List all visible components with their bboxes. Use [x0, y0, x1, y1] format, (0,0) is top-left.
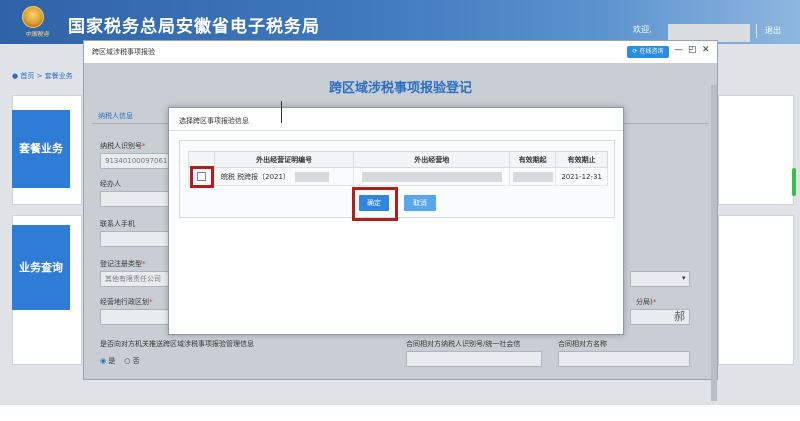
breadcrumb-current[interactable]: 套餐业务 [45, 72, 73, 80]
radio-yes-icon[interactable]: ◉ [100, 357, 106, 365]
ok-button[interactable]: 确定 [359, 195, 389, 211]
radio-no-label[interactable]: 否 [133, 357, 140, 365]
right-card-bottom [718, 215, 794, 365]
report-table: 外出经营证明编号 外出经营地 有效期起 有效期止 皖税 税跨报〔2021〕 20… [188, 151, 608, 186]
top-banner: 中国税务 国家税务总局安徽省电子税务局 欢迎, 退出 [0, 0, 800, 44]
text-cursor [281, 101, 282, 123]
row-cert-no-text: 皖税 税跨报〔2021〕 [220, 172, 290, 181]
table-header-row: 外出经营证明编号 外出经营地 有效期起 有效期止 [188, 151, 608, 168]
tax-bureau-suffix: 分局)* [636, 298, 657, 306]
business-query-button[interactable]: 业务查询 [12, 225, 70, 310]
taxpayer-id-label: 纳税人识别号* [100, 142, 146, 150]
table-header-location: 外出经营地 [353, 151, 511, 168]
breadcrumb-home[interactable]: 首页 [20, 72, 34, 80]
radio-yes-label[interactable]: 是 [108, 357, 115, 365]
online-consult-button[interactable]: ⟳ 在线咨询 [627, 46, 669, 58]
push-radio-group: ◉ 是 ○ 否 [100, 356, 140, 366]
tab-taxpayer-info[interactable]: 纳税人信息 [98, 111, 133, 121]
handler-label: 经办人 [100, 180, 121, 188]
contact-phone-field[interactable] [100, 231, 170, 247]
emblem-text: 中国税务 [24, 31, 49, 38]
maximize-icon[interactable]: ◰ [688, 45, 697, 55]
minimize-icon[interactable]: — [674, 45, 683, 55]
table-header-start: 有效期起 [509, 151, 557, 168]
breadcrumb-separator: > [36, 72, 43, 80]
logout-link[interactable]: 退出 [765, 25, 781, 36]
table-header-cert-no: 外出经营证明编号 [213, 151, 355, 168]
handler-field[interactable] [100, 191, 170, 207]
cancel-button[interactable]: 取消 [404, 195, 436, 211]
refresh-icon: ⟳ [632, 48, 638, 55]
table-row[interactable]: 皖税 税跨报〔2021〕 2021-12-31 [188, 167, 608, 186]
push-question-label: 是否向对方机关推送跨区域涉税事项报验管理信息 [100, 340, 254, 348]
contact-phone-label: 联系人手机 [100, 220, 135, 228]
counterparty-id-field[interactable] [406, 351, 542, 367]
form-title: 跨区域涉税事项报验登记 [328, 81, 472, 96]
reg-type-label: 登记注册类型* [100, 260, 146, 268]
package-business-button[interactable]: 套餐业务 [12, 110, 70, 188]
taxpayer-id-field: 91340100097061 [100, 153, 170, 169]
location-mask [361, 171, 502, 182]
header-separator [756, 24, 757, 38]
location-pin-icon: ● [12, 72, 19, 80]
row-cert-no: 皖税 税跨报〔2021〕 [213, 167, 355, 186]
table-header-end: 有效期止 [555, 151, 608, 168]
admin-area-field[interactable] [100, 309, 170, 325]
page-bottom [0, 405, 800, 421]
counterparty-name-field[interactable] [558, 351, 690, 367]
online-consult-label: 在线咨询 [639, 48, 664, 55]
reg-type-field[interactable]: 其他有限责任公司 [100, 271, 170, 287]
counterparty-name-label: 合同相对方名称 [558, 340, 607, 348]
close-icon[interactable]: ✕ [702, 45, 710, 55]
select-dialog: 选择跨区事项报验信息 外出经营证明编号 外出经营地 有效期起 有效期止 皖税 税… [168, 107, 624, 335]
admin-area-label: 经营地行政区划* [100, 298, 153, 306]
page-scroll-thumb[interactable] [792, 168, 796, 196]
dialog-title: 选择跨区事项报验信息 [179, 117, 249, 125]
radio-no-icon[interactable]: ○ [124, 357, 130, 365]
dialog-title-divider [169, 130, 623, 131]
outer-modal-title: 跨区域涉税事项报验 [92, 48, 155, 56]
modal-scrollbar[interactable] [711, 85, 717, 401]
counterparty-id-label: 合同相对方纳税人识别号/统一社会信 [406, 340, 521, 348]
right-select-field[interactable] [630, 271, 690, 287]
start-date-mask [512, 171, 553, 182]
right-card-top [718, 95, 794, 205]
row-end-date: 2021-12-31 [555, 167, 608, 186]
site-title: 国家税务总局安徽省电子税务局 [68, 17, 320, 37]
select-arrow-icon: ▾ [682, 274, 686, 282]
welcome-text: 欢迎, [633, 25, 652, 34]
tax-bureau-field[interactable]: 郝 [630, 309, 690, 325]
cert-no-mask [295, 171, 330, 182]
row-start-date [509, 167, 557, 186]
row-location [353, 167, 511, 186]
tax-emblem-icon [22, 6, 44, 28]
checkbox-highlight [190, 166, 214, 188]
breadcrumb: ● 首页 > 套餐业务 [12, 71, 73, 81]
dialog-panel: 外出经营证明编号 外出经营地 有效期起 有效期止 皖税 税跨报〔2021〕 20… [179, 140, 615, 221]
